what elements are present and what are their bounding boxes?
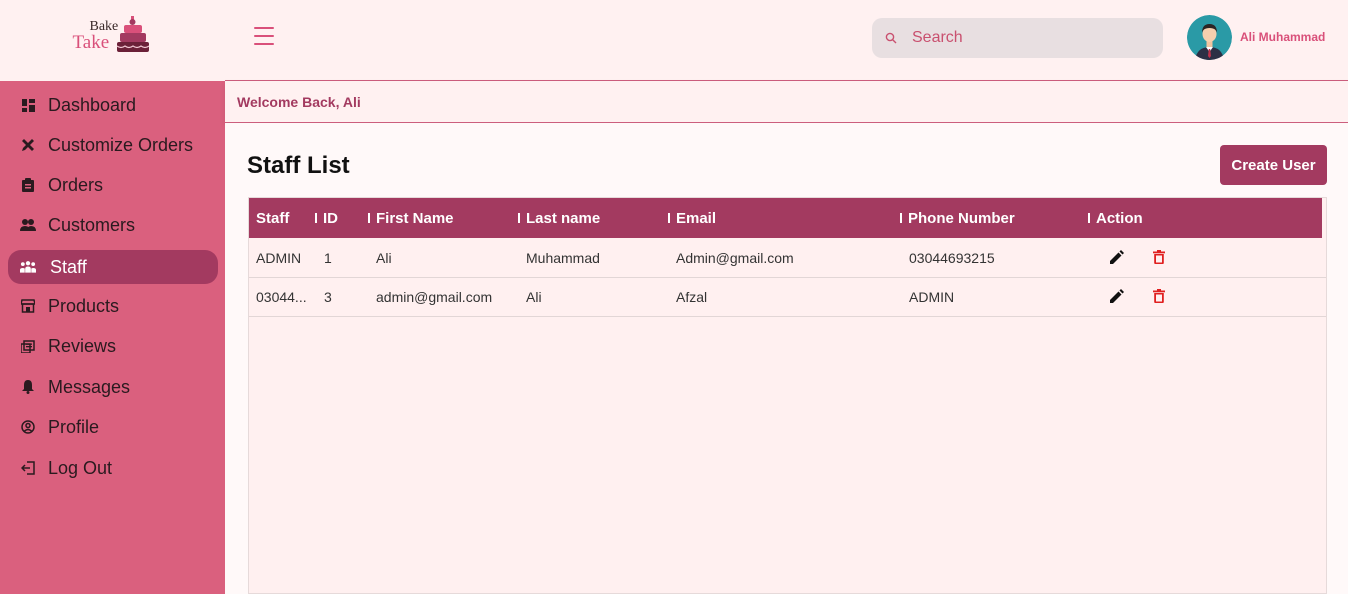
sidebar-item-label: Dashboard: [48, 94, 137, 115]
logo-area: Bake Take: [0, 0, 225, 81]
dashboard-icon: [20, 97, 36, 113]
search-box: [872, 18, 1163, 58]
delete-icon[interactable]: [1153, 250, 1165, 264]
page-title: Staff List: [247, 152, 350, 179]
people-icon: [20, 217, 36, 233]
column-resize-handle[interactable]: [1088, 213, 1090, 223]
cake-icon: [116, 15, 149, 52]
sidebar-item-customize-orders[interactable]: Customize Orders: [8, 128, 218, 162]
delete-icon[interactable]: [1153, 289, 1165, 303]
cell-phone-number: 03044693215: [909, 250, 995, 266]
sidebar-item-label: Reviews: [48, 335, 117, 356]
column-resize-handle[interactable]: [315, 213, 317, 223]
cell-email: Admin@gmail.com: [676, 250, 794, 266]
welcome-text: Welcome Back, Ali: [237, 94, 361, 110]
search-icon: [885, 32, 897, 44]
cell-id: 3: [324, 289, 332, 305]
bell-icon: [20, 379, 36, 395]
main-content: Staff List Create User Staff ID First Na…: [225, 123, 1348, 594]
logout-icon: [20, 460, 36, 476]
table-row[interactable]: 03044... 3 admin@gmail.com Ali Afzal ADM…: [249, 277, 1326, 317]
search-input[interactable]: [910, 28, 1134, 48]
edit-icon[interactable]: [1110, 250, 1124, 264]
table-header: Staff ID First Name Last name Email Phon…: [249, 198, 1322, 238]
column-resize-handle[interactable]: [900, 213, 902, 223]
sidebar-item-label: Staff: [50, 256, 87, 277]
column-header-first-name[interactable]: First Name: [376, 210, 454, 227]
sidebar-item-dashboard[interactable]: Dashboard: [8, 88, 218, 122]
sidebar-item-label: Messages: [48, 376, 131, 397]
brand-line2: Take: [72, 31, 110, 53]
cell-staff: ADMIN: [256, 250, 302, 266]
user-name[interactable]: Ali Muhammad: [1240, 30, 1325, 44]
sidebar: Dashboard Customize Orders Orders Custom…: [0, 81, 225, 594]
cell-staff: 03044...: [256, 289, 307, 305]
sidebar-item-products[interactable]: Products: [8, 289, 218, 323]
sidebar-item-label: Log Out: [48, 457, 113, 478]
sidebar-item-reviews[interactable]: Reviews: [8, 329, 218, 363]
clipboard-icon: [20, 177, 36, 193]
column-resize-handle[interactable]: [668, 213, 670, 223]
column-header-phone-number[interactable]: Phone Number: [908, 210, 1015, 227]
edit-icon[interactable]: [1110, 289, 1124, 303]
sidebar-item-label: Orders: [48, 174, 104, 195]
cell-last-name: Muhammad: [526, 250, 600, 266]
staff-table: Staff ID First Name Last name Email Phon…: [248, 197, 1327, 594]
cell-first-name: admin@gmail.com: [376, 289, 493, 305]
cell-first-name: Ali: [376, 250, 392, 266]
top-header: Ali Muhammad: [225, 0, 1348, 81]
sidebar-item-logout[interactable]: Log Out: [8, 451, 218, 485]
cell-email: Afzal: [676, 289, 708, 305]
sidebar-item-messages[interactable]: Messages: [8, 370, 218, 404]
tools-icon: [20, 137, 36, 153]
sidebar-item-orders[interactable]: Orders: [8, 168, 218, 202]
sidebar-item-customers[interactable]: Customers: [8, 208, 218, 242]
column-header-id[interactable]: ID: [323, 210, 338, 227]
column-header-last-name[interactable]: Last name: [526, 210, 600, 227]
sidebar-item-label: Profile: [48, 416, 100, 437]
menu-toggle-icon[interactable]: [254, 27, 274, 45]
sidebar-item-staff[interactable]: Staff: [8, 250, 218, 284]
reviews-icon: [20, 338, 36, 354]
brand-logo[interactable]: Bake Take: [72, 15, 153, 66]
sidebar-item-label: Products: [48, 295, 120, 316]
column-header-staff[interactable]: Staff: [256, 210, 289, 227]
cell-id: 1: [324, 250, 332, 266]
column-header-email[interactable]: Email: [676, 210, 716, 227]
profile-icon: [20, 419, 36, 435]
sidebar-item-label: Customers: [48, 214, 136, 235]
staff-icon: [20, 259, 36, 275]
column-resize-handle[interactable]: [368, 213, 370, 223]
cell-last-name: Ali: [526, 289, 542, 305]
avatar[interactable]: [1187, 15, 1232, 60]
sidebar-item-label: Customize Orders: [48, 134, 194, 155]
cell-phone-number: ADMIN: [909, 289, 955, 305]
create-user-button[interactable]: Create User: [1220, 145, 1327, 185]
column-resize-handle[interactable]: [518, 213, 520, 223]
store-icon: [20, 298, 36, 314]
sidebar-item-profile[interactable]: Profile: [8, 410, 218, 444]
table-row[interactable]: ADMIN 1 Ali Muhammad Admin@gmail.com 030…: [249, 238, 1326, 278]
welcome-bar: Welcome Back, Ali: [225, 81, 1348, 123]
column-header-action: Action: [1096, 210, 1143, 227]
